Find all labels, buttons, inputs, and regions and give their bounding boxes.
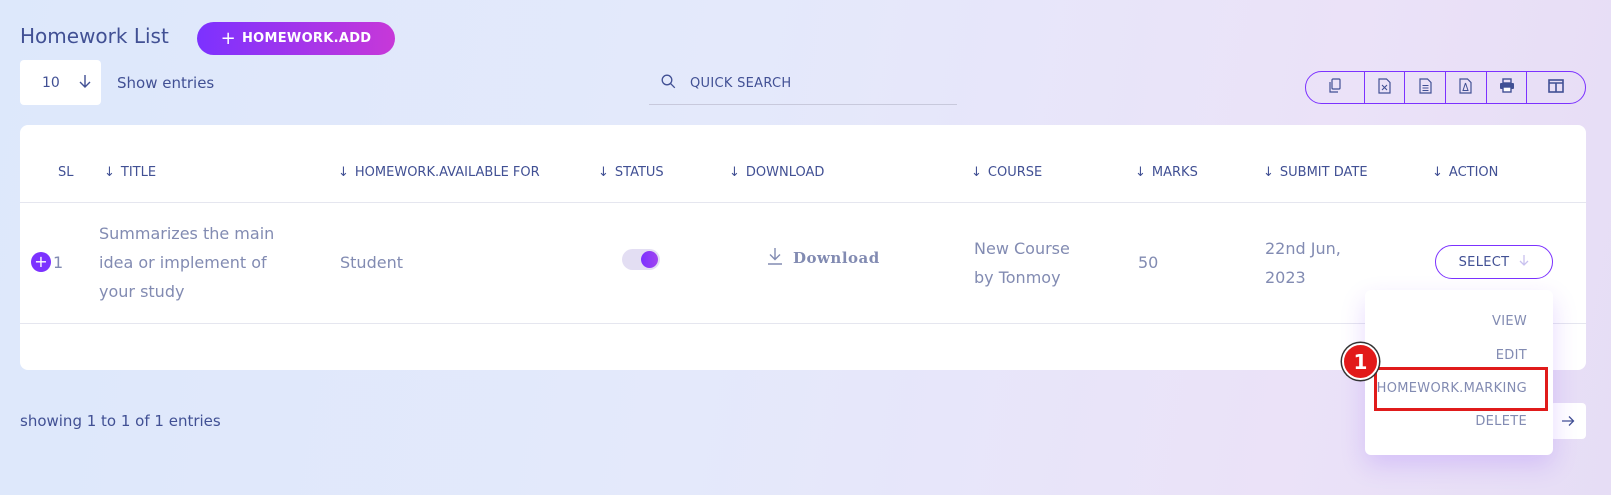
- download-label: Download: [793, 249, 880, 267]
- copy-icon: [1328, 77, 1342, 98]
- page-title: Homework List: [20, 24, 169, 48]
- column-header-status[interactable]: ↓ STATUS: [598, 165, 664, 180]
- sort-arrow-icon: ↓: [1263, 165, 1274, 180]
- sort-arrow-icon: ↓: [338, 165, 349, 180]
- arrow-right-icon: [1561, 412, 1575, 431]
- column-header-action[interactable]: ↓ ACTION: [1432, 165, 1498, 180]
- row-title: Summarizes the main idea or implement of…: [99, 224, 275, 301]
- excel-button[interactable]: [1365, 72, 1406, 103]
- row-submit-date: 22nd Jun, 2023: [1265, 239, 1341, 287]
- highlight-box: [1374, 367, 1548, 411]
- showing-entries-text: showing 1 to 1 of 1 entries: [20, 412, 221, 430]
- arrow-down-icon: [1519, 254, 1529, 270]
- quick-search-input[interactable]: QUICK SEARCH: [649, 62, 957, 105]
- csv-icon: [1419, 77, 1432, 98]
- excel-icon: [1378, 77, 1391, 98]
- column-header-title[interactable]: ↓ TITLE: [104, 165, 156, 180]
- download-icon: [767, 247, 783, 269]
- column-header-available-for[interactable]: ↓ HOMEWORK.AVAILABLE FOR: [338, 165, 540, 180]
- search-icon: [661, 74, 676, 93]
- add-homework-label: HOMEWORK.ADD: [241, 31, 372, 46]
- column-header-download[interactable]: ↓ DOWNLOAD: [729, 165, 824, 180]
- sort-arrow-icon: ↓: [971, 165, 982, 180]
- download-link[interactable]: Download: [767, 247, 880, 269]
- row-sl: 1: [53, 253, 64, 272]
- column-header-marks[interactable]: ↓ MARKS: [1135, 165, 1198, 180]
- sort-arrow-icon: ↓: [104, 165, 115, 180]
- csv-button[interactable]: [1405, 72, 1446, 103]
- search-placeholder: QUICK SEARCH: [690, 75, 792, 91]
- menu-item-edit[interactable]: EDIT: [1496, 348, 1527, 363]
- action-select-button[interactable]: SELECT: [1435, 245, 1553, 279]
- entries-value: 10: [42, 74, 60, 91]
- row-course: New Course by Tonmoy: [974, 239, 1070, 287]
- print-button[interactable]: [1487, 72, 1528, 103]
- entries-per-page-select[interactable]: 10: [20, 60, 101, 105]
- select-label: SELECT: [1458, 254, 1510, 270]
- column-visibility-button[interactable]: [1527, 72, 1585, 103]
- expand-row-icon[interactable]: +: [31, 252, 51, 272]
- export-button-group: [1305, 71, 1586, 104]
- sort-arrow-icon: ↓: [1432, 165, 1443, 180]
- copy-button[interactable]: [1306, 72, 1365, 103]
- menu-item-view[interactable]: VIEW: [1492, 314, 1527, 329]
- row-marks: 50: [1138, 253, 1159, 272]
- pdf-icon: [1459, 77, 1472, 98]
- column-header-submit-date[interactable]: ↓ SUBMIT DATE: [1263, 165, 1368, 180]
- menu-item-delete[interactable]: DELETE: [1475, 414, 1527, 429]
- row-available-for: Student: [340, 253, 403, 272]
- arrow-down-icon: [79, 74, 91, 92]
- table-header: SL ↓ TITLE ↓ HOMEWORK.AVAILABLE FOR ↓ ST…: [20, 125, 1586, 203]
- column-header-course[interactable]: ↓ COURSE: [971, 165, 1042, 180]
- show-entries-label: Show entries: [117, 74, 215, 92]
- print-icon: [1499, 78, 1515, 97]
- columns-icon: [1548, 78, 1564, 97]
- pdf-button[interactable]: [1446, 72, 1487, 103]
- add-homework-button[interactable]: + HOMEWORK.ADD: [197, 22, 395, 55]
- plus-icon: +: [220, 27, 236, 49]
- column-header-sl[interactable]: SL: [58, 165, 74, 180]
- sort-arrow-icon: ↓: [1135, 165, 1146, 180]
- homework-table-card: SL ↓ TITLE ↓ HOMEWORK.AVAILABLE FOR ↓ ST…: [20, 125, 1586, 370]
- status-toggle[interactable]: [622, 249, 660, 270]
- sort-arrow-icon: ↓: [598, 165, 609, 180]
- sort-arrow-icon: ↓: [729, 165, 740, 180]
- next-page-button[interactable]: [1550, 403, 1586, 439]
- step-badge: 1: [1342, 343, 1379, 380]
- table-row: + 1 Summarizes the main idea or implemen…: [20, 203, 1586, 324]
- toggle-knob: [641, 251, 658, 268]
